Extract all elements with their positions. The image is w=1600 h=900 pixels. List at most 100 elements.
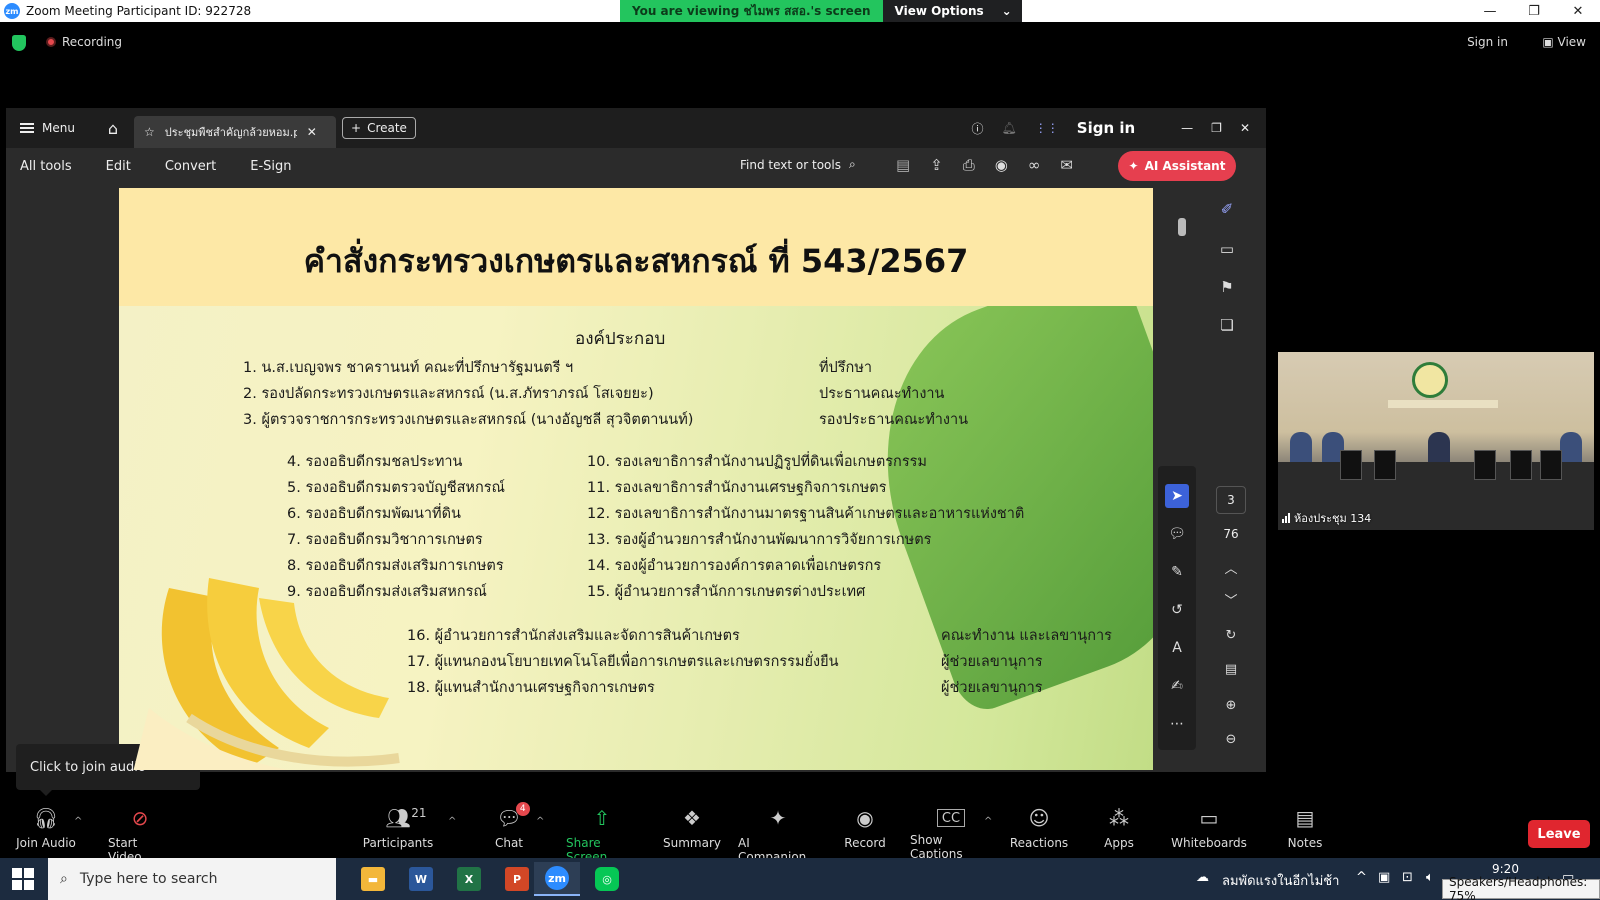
notes-button[interactable]: ▤ Notes (1288, 806, 1323, 850)
apps-grid-icon[interactable]: ⋮⋮ (1035, 121, 1059, 135)
create-button[interactable]: + Create (342, 117, 416, 139)
recording-indicator[interactable]: Recording (46, 35, 122, 49)
zoom-control-bar: 🎧︎ Join Audio ^ ⊘ Start Video 👥︎ 21 Parti… (0, 800, 1600, 864)
windows-start-icon[interactable] (12, 868, 34, 890)
acrobat-close-button[interactable]: ✕ (1240, 121, 1250, 135)
document-tab[interactable]: ☆ ประชุมพืชสำคัญกล้วยหอม.pdf ✕ (134, 116, 336, 148)
captions-caret[interactable]: ^ (984, 816, 992, 827)
page-extract-icon[interactable]: ▤ (1220, 658, 1242, 680)
current-page-field[interactable]: 3 (1216, 486, 1246, 514)
leave-button[interactable]: Leave (1528, 820, 1590, 848)
print-icon[interactable]: ⎙ (963, 156, 975, 174)
chevron-up-icon[interactable]: ︿ (1220, 556, 1242, 578)
network-icon[interactable]: ⊡ (1402, 870, 1413, 885)
participants-button[interactable]: 👥︎ 21 Participants (363, 806, 434, 850)
more-icon[interactable]: ⋯ (1165, 712, 1189, 736)
close-tab-icon[interactable]: ✕ (307, 125, 317, 139)
member-role: รองประธานคณะทำงาน (819, 412, 969, 428)
rotate-icon[interactable]: ↻ (1220, 624, 1242, 646)
star-icon[interactable]: ☆ (144, 125, 155, 139)
taskbar-search[interactable]: ⌕ Type here to search (48, 858, 336, 900)
select-cursor-icon[interactable]: ➤ (1165, 484, 1189, 508)
audio-options-caret[interactable]: ^ (74, 816, 82, 827)
participant-video[interactable]: ห้องประชุม 134 (1278, 352, 1594, 530)
apps-button[interactable]: ⁂ Apps (1104, 806, 1134, 850)
join-audio-button[interactable]: 🎧︎ Join Audio (16, 806, 76, 850)
record-button[interactable]: ◉ Record (844, 806, 886, 850)
zoom-in-icon[interactable]: ⊕ (1220, 694, 1242, 716)
sign-icon[interactable]: ✍ (1165, 674, 1189, 698)
member-line: 14. รองผู้อำนวยการองค์การตลาดเพื่อเกษตรก… (587, 558, 882, 574)
chevron-down-icon[interactable]: ﹀ (1220, 588, 1242, 610)
window-title: Zoom Meeting Participant ID: 922728 (26, 4, 252, 18)
acrobat-toolbar: All tools Edit Convert E-Sign Find text … (6, 148, 1266, 184)
acrobat-menu-button[interactable]: Menu (20, 121, 102, 135)
share-user-icon[interactable]: ◉ (995, 156, 1008, 174)
minimize-button[interactable]: — (1468, 0, 1512, 22)
find-tools-search[interactable]: Find text or tools ⌕ (740, 157, 856, 172)
tool-convert[interactable]: Convert (165, 159, 216, 174)
taskbar-zoom[interactable]: zm (534, 862, 580, 896)
taskbar-line[interactable]: ◎ (584, 862, 630, 896)
weather-icon[interactable]: ☁ (1196, 870, 1209, 885)
close-button[interactable]: ✕ (1556, 0, 1600, 22)
tool-esign[interactable]: E-Sign (250, 159, 291, 174)
volume-icon[interactable]: 🔈︎ (1426, 870, 1434, 885)
acrobat-sign-in[interactable]: Sign in (1077, 119, 1135, 137)
ai-assistant-button[interactable]: ✦ AI Assistant (1118, 151, 1236, 181)
participant-name: ห้องประชุม 134 (1294, 512, 1372, 525)
home-icon[interactable]: ⌂ (102, 117, 124, 139)
acrobat-restore-button[interactable]: ❐ (1211, 121, 1222, 135)
zoom-out-icon[interactable]: ⊖ (1220, 728, 1242, 750)
meet-icon[interactable]: ▣ (1378, 870, 1390, 885)
upload-cloud-icon[interactable]: ⇪ (930, 156, 943, 174)
apps-label: Apps (1104, 836, 1134, 850)
tool-edit[interactable]: Edit (106, 159, 131, 174)
participants-caret[interactable]: ^ (448, 816, 456, 827)
summary-button[interactable]: ❖ Summary (663, 806, 721, 850)
taskbar-word[interactable]: W (398, 862, 444, 896)
share-screen-button[interactable]: ⇧ Share Screen (566, 806, 638, 864)
link-icon[interactable]: ∞ (1028, 156, 1041, 174)
acrobat-minimize-button[interactable]: — (1181, 121, 1193, 135)
chat-badge: 4 (515, 802, 530, 816)
bookmarks-panel-icon[interactable]: ⚑ (1216, 276, 1238, 298)
bell-icon[interactable]: 🔔︎ (1002, 121, 1017, 135)
taskbar-excel[interactable]: X (446, 862, 492, 896)
mail-icon[interactable]: ✉ (1060, 156, 1073, 174)
save-icon[interactable]: ▤ (896, 156, 910, 174)
maximize-button[interactable]: ❐ (1512, 0, 1556, 22)
view-options-button[interactable]: View Options ⌄ (882, 0, 1022, 22)
ai-companion-button[interactable]: ✦ AI Companion (738, 806, 818, 864)
text-select-icon[interactable]: A (1165, 636, 1189, 660)
taskbar-clock[interactable]: 9:20 (1492, 862, 1519, 876)
pages-panel-icon[interactable]: ❏ (1216, 314, 1238, 336)
headphones-icon: 🎧︎ (33, 806, 59, 830)
show-captions-button[interactable]: CC Show Captions (910, 806, 992, 861)
highlight-pen-icon[interactable]: ✎ (1165, 560, 1189, 584)
page-scrollbar-thumb[interactable] (1178, 218, 1186, 236)
reactions-button[interactable]: ☺ Reactions (1010, 806, 1068, 850)
video-person (1560, 432, 1582, 466)
view-label: View (1557, 35, 1586, 49)
tool-all-tools[interactable]: All tools (20, 159, 72, 174)
zoom-sign-in-link[interactable]: Sign in (1467, 35, 1508, 49)
comments-panel-icon[interactable]: ▭ (1216, 238, 1238, 260)
shield-icon[interactable] (12, 35, 26, 51)
weather-text[interactable]: ลมพัดแรงในอีกไม่ช้า (1222, 870, 1339, 891)
edit-panel-icon[interactable]: ✐ (1216, 198, 1238, 220)
start-video-button[interactable]: ⊘ Start Video (108, 806, 172, 864)
section-heading: องค์ประกอบ (575, 329, 666, 349)
chat-caret[interactable]: ^ (536, 816, 544, 827)
help-icon[interactable]: ⓘ (972, 120, 984, 137)
taskbar-file-explorer[interactable]: ▬ (350, 862, 396, 896)
view-button[interactable]: ▣ View (1542, 35, 1586, 49)
tray-chevron-icon[interactable]: ^ (1356, 870, 1367, 885)
chat-button[interactable]: 💬︎ 4 Chat (492, 802, 530, 850)
lasso-draw-icon[interactable]: ↺ (1165, 598, 1189, 622)
member-line: 3. ผู้ตรวจราชการกระทรวงเกษตรและสหกรณ์ (น… (243, 412, 694, 428)
whiteboards-button[interactable]: ▭ Whiteboards (1171, 806, 1247, 850)
captions-icon: CC (936, 809, 966, 827)
add-comment-icon[interactable]: 💬︎ (1165, 522, 1189, 546)
acrobat-right-rail: ✐ ▭ ⚑ ❏ (1202, 184, 1266, 772)
